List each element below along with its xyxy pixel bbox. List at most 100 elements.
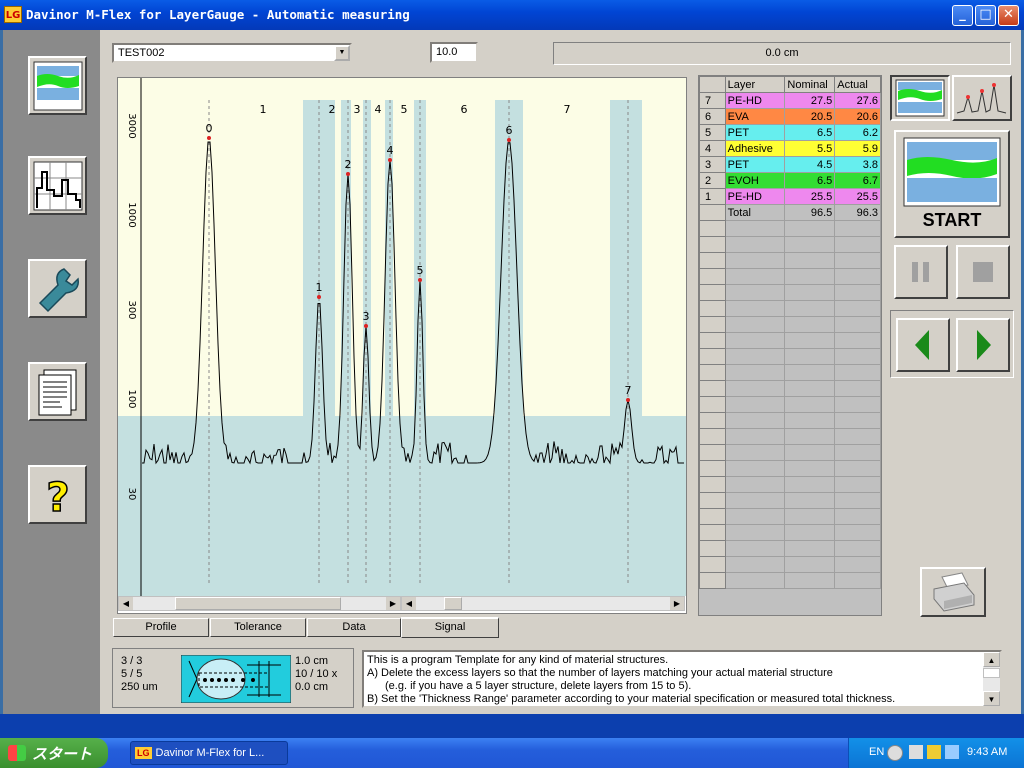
row-index[interactable] xyxy=(699,396,726,413)
empty-cell[interactable] xyxy=(834,540,881,557)
stop-button[interactable] xyxy=(956,245,1010,299)
empty-row[interactable] xyxy=(699,380,881,397)
report-button[interactable] xyxy=(28,362,87,421)
empty-cell[interactable] xyxy=(784,540,836,557)
empty-cell[interactable] xyxy=(784,492,836,509)
empty-row[interactable] xyxy=(699,316,881,333)
empty-cell[interactable] xyxy=(834,364,881,381)
empty-row[interactable] xyxy=(699,412,881,429)
table-row[interactable]: 1 PE-HD 25.5 25.5 xyxy=(699,188,881,205)
row-index[interactable] xyxy=(699,380,726,397)
row-index[interactable] xyxy=(699,204,726,221)
empty-cell[interactable] xyxy=(724,364,786,381)
empty-cell[interactable] xyxy=(834,268,881,285)
row-index[interactable] xyxy=(699,364,726,381)
row-index[interactable] xyxy=(699,300,726,317)
empty-cell[interactable] xyxy=(784,364,836,381)
language-indicator[interactable]: EN xyxy=(869,746,884,758)
empty-cell[interactable] xyxy=(724,572,786,589)
empty-cell[interactable] xyxy=(834,428,881,445)
template-combo[interactable]: TEST002 ▼ xyxy=(112,43,352,63)
peak-marker[interactable] xyxy=(388,158,392,162)
network-icon[interactable] xyxy=(909,745,923,759)
nominal-cell[interactable]: 20.5 xyxy=(784,108,836,125)
empty-cell[interactable] xyxy=(784,220,836,237)
peak-marker[interactable] xyxy=(317,295,321,299)
empty-cell[interactable] xyxy=(834,316,881,333)
start-button[interactable]: START xyxy=(894,130,1010,238)
row-index[interactable] xyxy=(699,428,726,445)
nominal-cell[interactable]: 4.5 xyxy=(784,156,836,173)
nominal-cell[interactable]: 5.5 xyxy=(784,140,836,157)
scroll-right-icon[interactable]: ▶ xyxy=(670,597,684,610)
empty-cell[interactable] xyxy=(784,380,836,397)
row-index[interactable] xyxy=(699,220,726,237)
tab-profile[interactable]: Profile xyxy=(113,618,209,637)
layer-table[interactable]: Layer Nominal Actual 7 PE-HD 27.5 27.6 6 EVA 2… xyxy=(698,75,882,616)
empty-cell[interactable] xyxy=(724,428,786,445)
scroll-right-icon[interactable]: ▶ xyxy=(386,597,400,610)
scroll-left-icon[interactable]: ◀ xyxy=(119,597,133,610)
row-index[interactable] xyxy=(699,492,726,509)
row-index[interactable] xyxy=(699,332,726,349)
row-index[interactable] xyxy=(699,524,726,541)
empty-cell[interactable] xyxy=(834,572,881,589)
empty-cell[interactable] xyxy=(784,252,836,269)
settings-button[interactable] xyxy=(28,259,87,318)
empty-cell[interactable] xyxy=(784,396,836,413)
row-index[interactable] xyxy=(699,444,726,461)
layer-name-cell[interactable]: PET xyxy=(724,124,786,141)
empty-cell[interactable] xyxy=(834,444,881,461)
empty-row[interactable] xyxy=(699,348,881,365)
empty-cell[interactable] xyxy=(724,252,786,269)
empty-cell[interactable] xyxy=(724,460,786,477)
empty-cell[interactable] xyxy=(784,476,836,493)
empty-row[interactable] xyxy=(699,284,881,301)
scroll-thumb[interactable] xyxy=(444,597,462,610)
notes-textarea[interactable]: This is a program Template for any kind … xyxy=(362,650,1002,708)
layer-name-cell[interactable]: PET xyxy=(724,156,786,173)
nominal-cell[interactable]: 25.5 xyxy=(784,188,836,205)
scroll-down-icon[interactable]: ▼ xyxy=(983,691,1000,706)
empty-row[interactable] xyxy=(699,220,881,237)
layer-name-cell[interactable]: PE-HD xyxy=(724,92,786,109)
tab-data[interactable]: Data xyxy=(307,618,401,637)
row-index[interactable] xyxy=(699,268,726,285)
row-index[interactable] xyxy=(699,540,726,557)
empty-cell[interactable] xyxy=(834,524,881,541)
empty-cell[interactable] xyxy=(834,396,881,413)
help-button[interactable]: ? xyxy=(28,465,87,524)
row-index[interactable]: 3 xyxy=(699,156,726,173)
empty-row[interactable] xyxy=(699,524,881,541)
pause-button[interactable] xyxy=(894,245,948,299)
tab-tolerance[interactable]: Tolerance xyxy=(210,618,306,637)
layer-name-cell[interactable]: PE-HD xyxy=(724,188,786,205)
print-button[interactable] xyxy=(920,567,986,617)
row-index[interactable]: 6 xyxy=(699,108,726,125)
total-label-cell[interactable]: Total xyxy=(724,204,786,221)
peak-marker[interactable] xyxy=(507,138,511,142)
table-row[interactable]: 6 EVA 20.5 20.6 xyxy=(699,108,881,125)
empty-cell[interactable] xyxy=(784,524,836,541)
empty-cell[interactable] xyxy=(724,412,786,429)
empty-cell[interactable] xyxy=(784,460,836,477)
empty-row[interactable] xyxy=(699,492,881,509)
empty-cell[interactable] xyxy=(724,444,786,461)
empty-row[interactable] xyxy=(699,540,881,557)
empty-cell[interactable] xyxy=(724,236,786,253)
row-index[interactable] xyxy=(699,252,726,269)
empty-cell[interactable] xyxy=(834,412,881,429)
empty-cell[interactable] xyxy=(784,428,836,445)
statistics-button[interactable] xyxy=(28,156,87,215)
table-row[interactable]: 3 PET 4.5 3.8 xyxy=(699,156,881,173)
row-index[interactable]: 4 xyxy=(699,140,726,157)
layer-name-cell[interactable]: Adhesive xyxy=(724,140,786,157)
row-index[interactable]: 1 xyxy=(699,188,726,205)
empty-cell[interactable] xyxy=(724,476,786,493)
row-index[interactable] xyxy=(699,412,726,429)
empty-row[interactable] xyxy=(699,508,881,525)
chevron-down-icon[interactable]: ▼ xyxy=(334,45,350,61)
empty-cell[interactable] xyxy=(724,396,786,413)
start-button-os[interactable]: スタート xyxy=(0,738,108,768)
empty-cell[interactable] xyxy=(724,300,786,317)
